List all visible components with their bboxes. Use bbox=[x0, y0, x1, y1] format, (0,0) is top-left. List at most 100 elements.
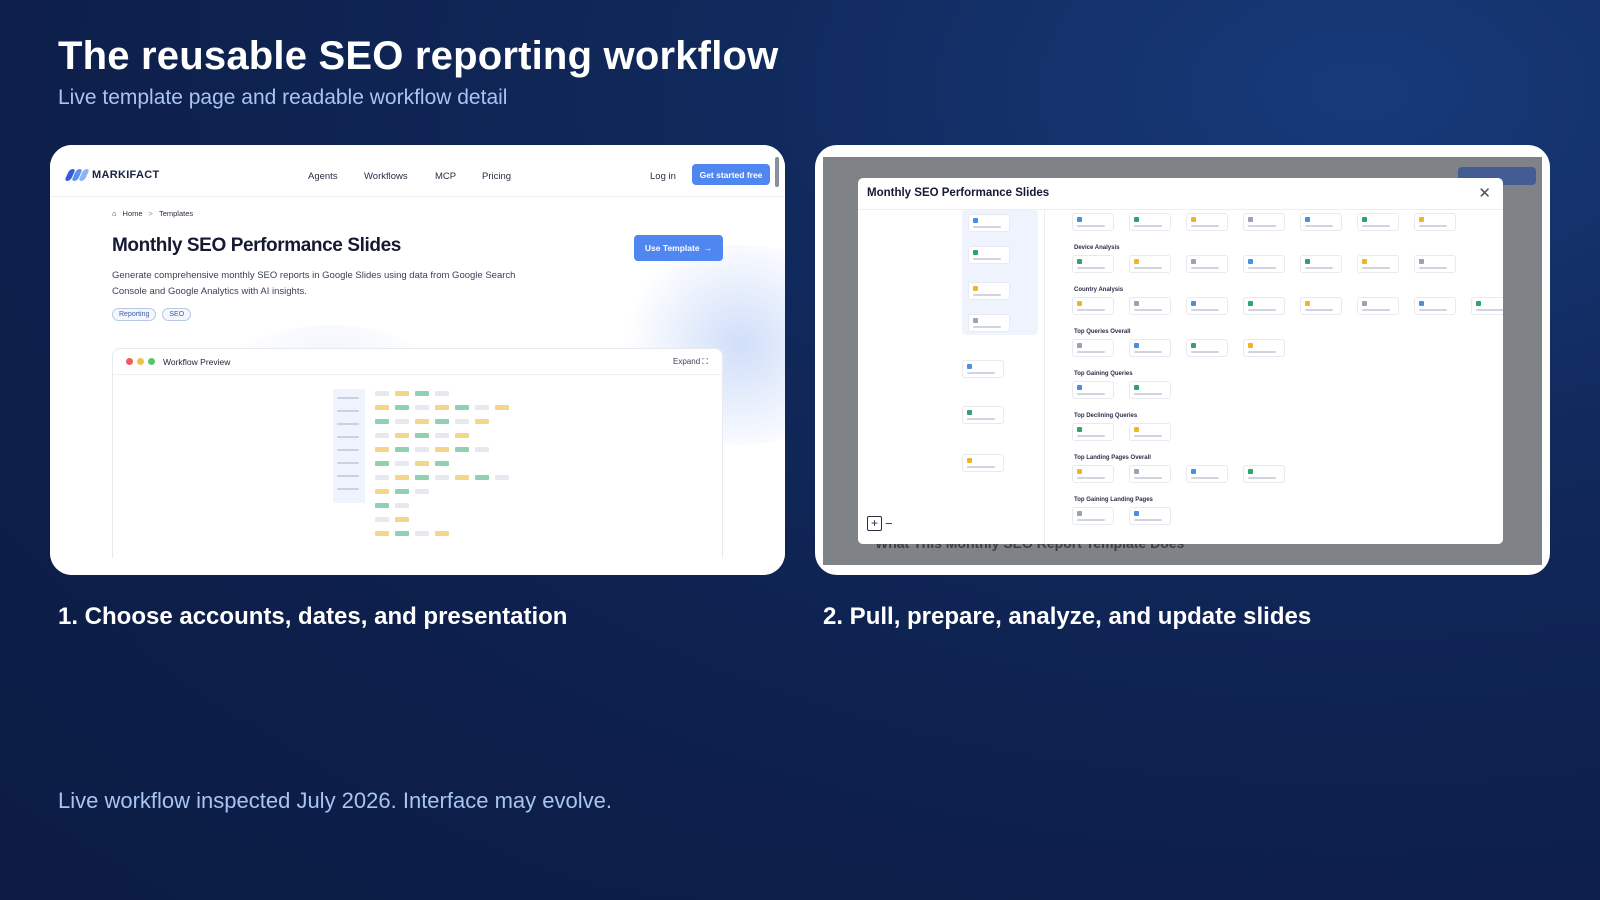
login-link[interactable]: Log in bbox=[650, 171, 676, 182]
mini-node bbox=[415, 475, 429, 480]
zoom-in-button[interactable]: + bbox=[867, 516, 882, 531]
workflow-node[interactable] bbox=[1414, 213, 1456, 231]
brand-logo[interactable]: MARKIFACT bbox=[64, 169, 159, 181]
workflow-node[interactable] bbox=[1300, 297, 1342, 315]
caption-step-1: 1. Choose accounts, dates, and presentat… bbox=[58, 603, 568, 630]
close-icon[interactable]: ✕ bbox=[1478, 184, 1491, 202]
workflow-node[interactable] bbox=[1129, 255, 1171, 273]
use-template-button[interactable]: Use Template → bbox=[634, 235, 723, 261]
scrollbar[interactable] bbox=[775, 157, 779, 187]
workflow-node[interactable] bbox=[1186, 465, 1228, 483]
get-started-button[interactable]: Get started free bbox=[692, 164, 770, 185]
mini-node bbox=[375, 461, 389, 466]
mini-node bbox=[375, 433, 389, 438]
use-template-label: Use Template bbox=[644, 243, 700, 253]
mini-node bbox=[375, 503, 389, 508]
input-node[interactable] bbox=[968, 282, 1010, 300]
mini-node bbox=[375, 419, 389, 424]
workflow-node[interactable] bbox=[1357, 213, 1399, 231]
top-nav: MARKIFACT Agents Workflows MCP Pricing L… bbox=[50, 145, 785, 197]
workflow-node[interactable] bbox=[1186, 255, 1228, 273]
nav-mcp[interactable]: MCP bbox=[435, 171, 456, 182]
mini-sidebar-item bbox=[337, 488, 359, 490]
mini-sidebar bbox=[333, 389, 365, 503]
mini-node bbox=[415, 447, 429, 452]
mini-node bbox=[495, 475, 509, 480]
workflow-node[interactable] bbox=[1072, 381, 1114, 399]
home-icon: ⌂ bbox=[112, 209, 117, 218]
modal-title: Monthly SEO Performance Slides bbox=[867, 187, 1050, 199]
preview-title: Workflow Preview bbox=[163, 357, 231, 367]
input-node[interactable] bbox=[962, 406, 1004, 424]
workflow-node[interactable] bbox=[1243, 255, 1285, 273]
workflow-node[interactable] bbox=[1414, 255, 1456, 273]
breadcrumb-templates[interactable]: Templates bbox=[159, 209, 193, 218]
workflow-section-label: Top Gaining Landing Pages bbox=[1074, 497, 1153, 503]
workflow-node[interactable] bbox=[1129, 465, 1171, 483]
mini-sidebar-item bbox=[337, 423, 359, 425]
mini-node bbox=[395, 447, 409, 452]
input-node[interactable] bbox=[968, 246, 1010, 264]
expand-button[interactable]: Expand ⛶ bbox=[673, 357, 708, 367]
workflow-node[interactable] bbox=[1129, 381, 1171, 399]
nav-agents[interactable]: Agents bbox=[308, 171, 338, 182]
mini-node bbox=[415, 531, 429, 536]
workflow-section-label: Top Gaining Queries bbox=[1074, 371, 1133, 377]
mini-node bbox=[415, 433, 429, 438]
mini-node bbox=[375, 475, 389, 480]
workflow-node[interactable] bbox=[1072, 507, 1114, 525]
tag-seo[interactable]: SEO bbox=[162, 308, 192, 321]
mini-node bbox=[435, 433, 449, 438]
mini-node bbox=[395, 433, 409, 438]
workflow-node[interactable] bbox=[1072, 423, 1114, 441]
workflow-node[interactable] bbox=[1243, 465, 1285, 483]
tag-reporting[interactable]: Reporting bbox=[112, 308, 157, 321]
workflow-node[interactable] bbox=[1129, 339, 1171, 357]
workflow-node[interactable] bbox=[1072, 339, 1114, 357]
input-node[interactable] bbox=[962, 360, 1004, 378]
workflow-node[interactable] bbox=[1300, 255, 1342, 273]
template-description: Generate comprehensive monthly SEO repor… bbox=[112, 270, 516, 297]
mini-node bbox=[415, 405, 429, 410]
workflow-node[interactable] bbox=[1243, 339, 1285, 357]
workflow-node[interactable] bbox=[1072, 465, 1114, 483]
workflow-node[interactable] bbox=[1129, 213, 1171, 231]
workflow-node[interactable] bbox=[1243, 213, 1285, 231]
breadcrumb-home[interactable]: Home bbox=[123, 209, 143, 218]
nav-pricing[interactable]: Pricing bbox=[482, 171, 511, 182]
workflow-node[interactable] bbox=[1072, 255, 1114, 273]
workflow-node[interactable] bbox=[1129, 423, 1171, 441]
workflow-node[interactable] bbox=[1186, 297, 1228, 315]
breadcrumb: ⌂ Home > Templates bbox=[112, 209, 193, 218]
workflow-preview: Workflow Preview Expand ⛶ bbox=[112, 348, 723, 558]
mini-node bbox=[375, 517, 389, 522]
input-node[interactable] bbox=[968, 214, 1010, 232]
workflow-canvas[interactable]: Device Analysis Country Analysis Top Queri… bbox=[858, 210, 1503, 544]
workflow-node[interactable] bbox=[1129, 297, 1171, 315]
mini-sidebar-item bbox=[337, 410, 359, 412]
mini-node bbox=[475, 475, 489, 480]
workflow-section-label: Top Queries Overall bbox=[1074, 329, 1131, 335]
workflow-node[interactable] bbox=[1414, 297, 1456, 315]
workflow-node[interactable] bbox=[1072, 213, 1114, 231]
mini-node bbox=[475, 447, 489, 452]
workflow-node[interactable] bbox=[1186, 339, 1228, 357]
workflow-node[interactable] bbox=[1072, 297, 1114, 315]
workflow-node[interactable] bbox=[1129, 507, 1171, 525]
workflow-node[interactable] bbox=[1186, 213, 1228, 231]
zoom-out-button[interactable]: − bbox=[885, 516, 893, 531]
workflow-node[interactable] bbox=[1357, 255, 1399, 273]
input-node[interactable] bbox=[968, 314, 1010, 332]
workflow-node[interactable] bbox=[1357, 297, 1399, 315]
mini-node bbox=[375, 391, 389, 396]
workflow-node[interactable] bbox=[1243, 297, 1285, 315]
mini-node bbox=[435, 531, 449, 536]
workflow-node[interactable] bbox=[1471, 297, 1503, 315]
workflow-node[interactable] bbox=[1300, 213, 1342, 231]
nav-workflows[interactable]: Workflows bbox=[364, 171, 408, 182]
window-dots-icon bbox=[126, 358, 155, 365]
input-node[interactable] bbox=[962, 454, 1004, 472]
caption-step-2: 2. Pull, prepare, analyze, and update sl… bbox=[823, 603, 1312, 630]
workflow-section-label: Device Analysis bbox=[1074, 245, 1120, 251]
mini-node bbox=[435, 461, 449, 466]
